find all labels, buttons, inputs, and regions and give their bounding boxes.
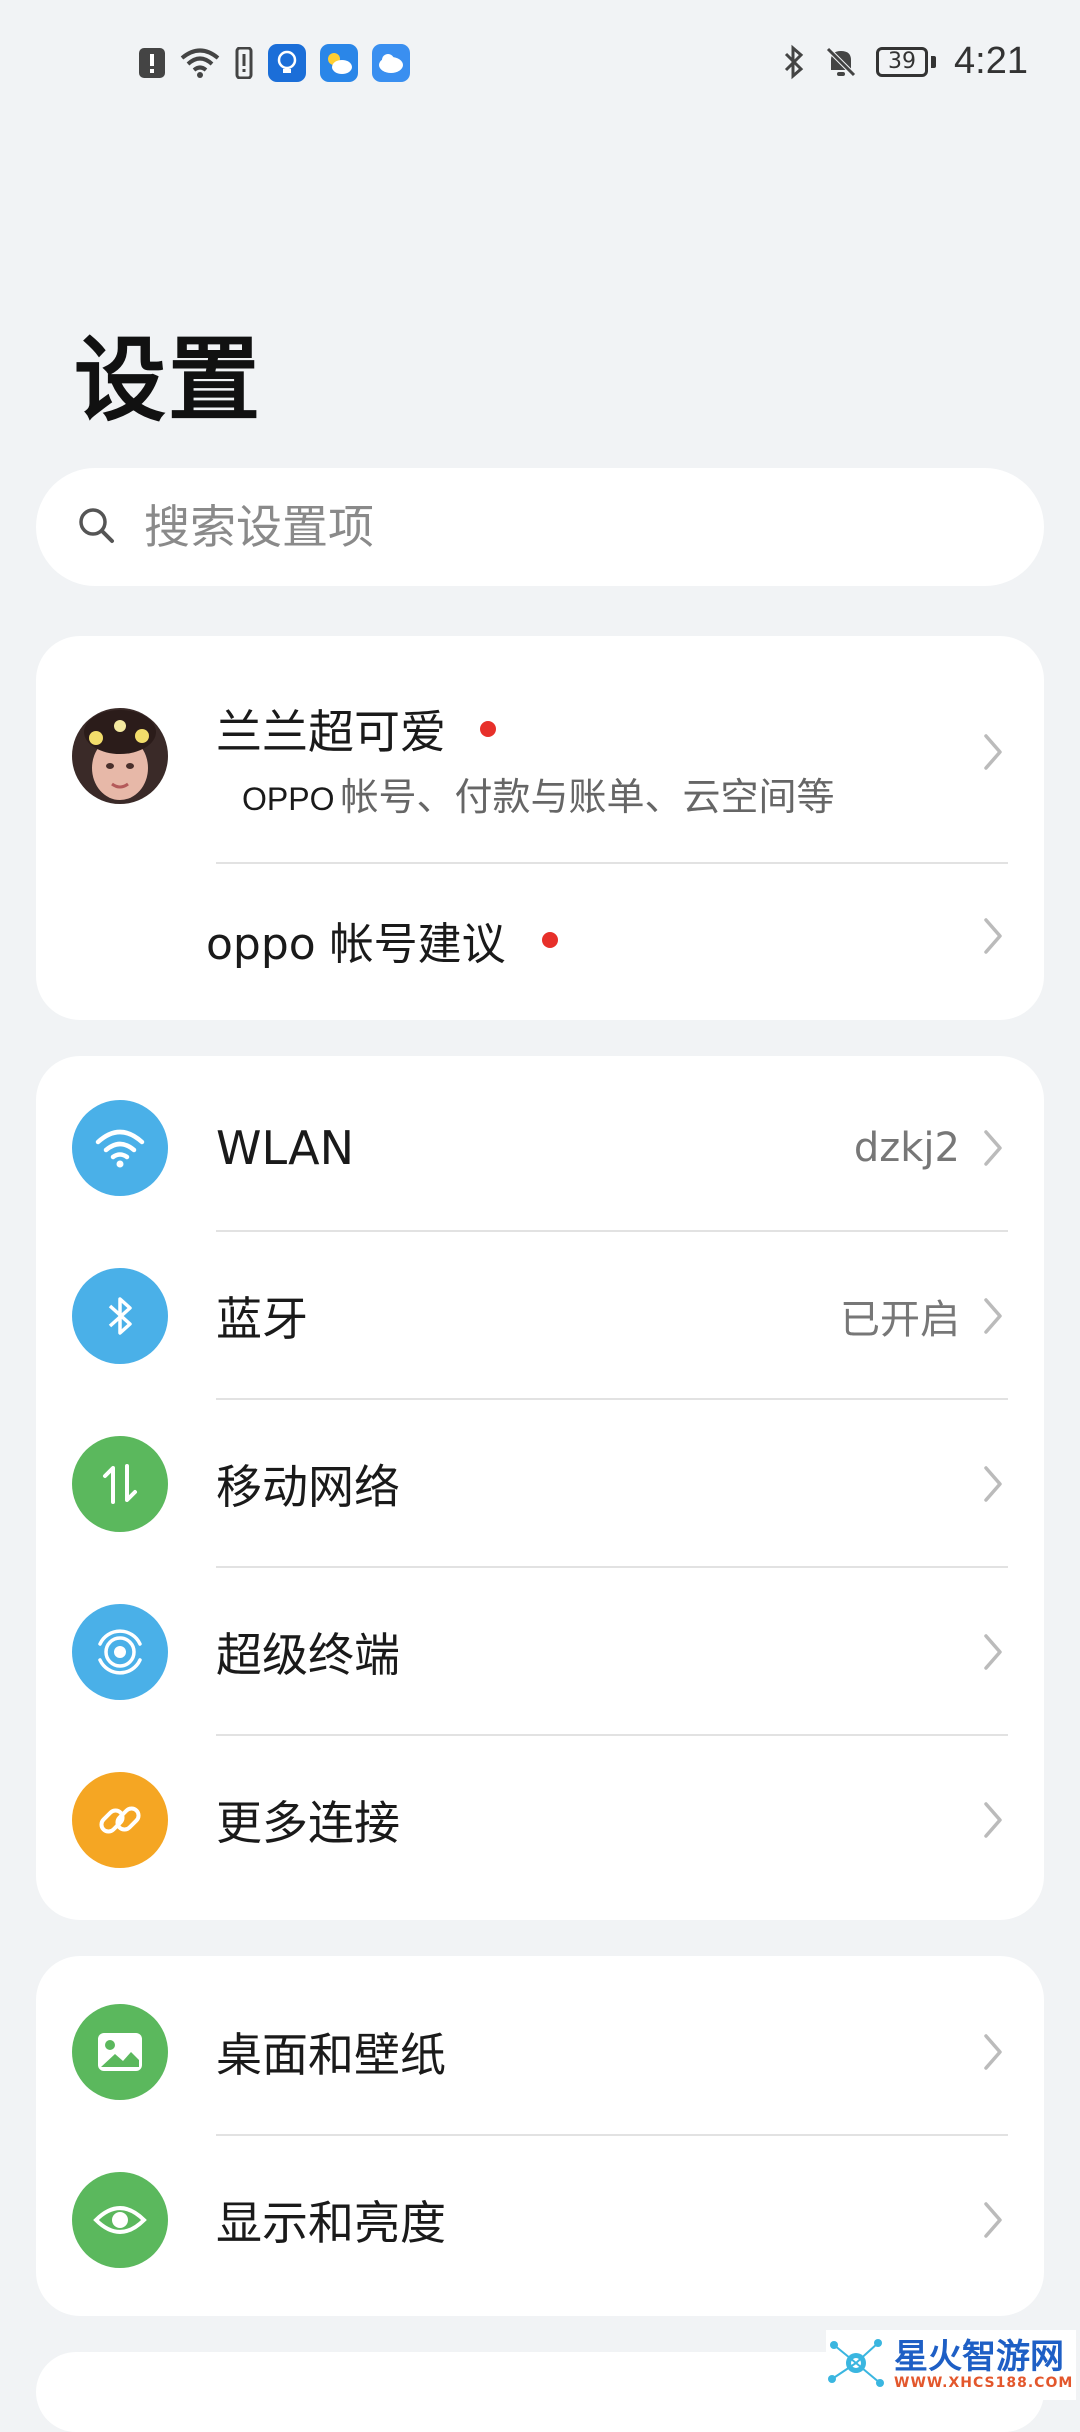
- display-card: 桌面和壁纸 显示和亮度: [36, 1956, 1044, 2316]
- wifi-icon: [180, 47, 220, 79]
- chevron-right-icon: [982, 1800, 1004, 1844]
- account-suggestion-label: oppo 帐号建议: [206, 919, 506, 970]
- sim-alert-icon: [234, 47, 254, 79]
- notification-dot: [541, 932, 558, 948]
- wifi-icon: [72, 1100, 168, 1196]
- battery-icon: 39: [876, 46, 937, 77]
- chevron-right-icon: [982, 2200, 1004, 2244]
- settings-row-label: 超级终端: [216, 1628, 400, 1682]
- bluetooth-icon: [72, 1268, 168, 1364]
- settings-row-wlan[interactable]: WLAN dzkj2: [36, 1064, 1044, 1232]
- settings-row-value: 已开启: [840, 1297, 960, 1343]
- watermark-title: 星火智游网: [894, 2337, 1064, 2377]
- link-icon: [72, 1772, 168, 1868]
- status-left-icons: [138, 44, 410, 82]
- account-name: 兰兰超可爱: [216, 705, 446, 759]
- watermark-logo-icon: [826, 2333, 886, 2397]
- settings-row-mobile-network[interactable]: 移动网络: [36, 1400, 1044, 1568]
- bluetooth-icon: [782, 44, 806, 80]
- account-row[interactable]: 兰兰超可爱 OPPO 帐号、付款与账单、云空间等: [36, 636, 1044, 862]
- chevron-right-icon: [982, 1464, 1004, 1508]
- settings-row-label: 蓝牙: [216, 1292, 308, 1346]
- status-right-icons: 39 4:21: [782, 40, 1028, 83]
- search-input[interactable]: [142, 499, 946, 555]
- clock: 4:21: [954, 40, 1028, 82]
- battery-level: 39: [876, 46, 929, 77]
- chevron-right-icon: [982, 1296, 1004, 1340]
- settings-row-super-device[interactable]: 超级终端: [36, 1568, 1044, 1736]
- wallpaper-icon: [72, 2004, 168, 2100]
- settings-row-wallpaper[interactable]: 桌面和壁纸: [36, 1968, 1044, 2136]
- settings-row-value: dzkj2: [853, 1125, 960, 1171]
- chevron-right-icon: [982, 2032, 1004, 2076]
- chevron-right-icon: [982, 1632, 1004, 1676]
- settings-row-more-connections[interactable]: 更多连接: [36, 1736, 1044, 1904]
- settings-row-label: 桌面和壁纸: [216, 2028, 446, 2082]
- settings-row-bluetooth[interactable]: 蓝牙 已开启: [36, 1232, 1044, 1400]
- mute-bell-icon: [824, 45, 858, 79]
- mobile-data-icon: [72, 1436, 168, 1532]
- page-title: 设置: [74, 327, 263, 434]
- eye-icon: [72, 2172, 168, 2268]
- search-bar[interactable]: [36, 468, 1044, 586]
- alert-icon: [138, 47, 166, 79]
- chevron-right-icon: [982, 1128, 1004, 1172]
- super-device-icon: [72, 1604, 168, 1700]
- notification-dot: [480, 721, 496, 737]
- weather-app-icon: [320, 44, 358, 82]
- avatar[interactable]: [72, 708, 168, 804]
- settings-row-display-brightness[interactable]: 显示和亮度: [36, 2136, 1044, 2304]
- watermark: 星火智游网 WWW.XHCS188.COM: [826, 2330, 1076, 2400]
- connectivity-card: WLAN dzkj2 蓝牙 已开启 移动网络 超级终端 更多连接: [36, 1056, 1044, 1920]
- settings-row-label: 显示和亮度: [216, 2196, 446, 2250]
- cloud-app-icon: [372, 44, 410, 82]
- settings-row-label: 更多连接: [216, 1796, 400, 1850]
- account-subtitle: 帐号、付款与账单、云空间等: [340, 775, 835, 819]
- account-suggestion-row[interactable]: oppo 帐号建议: [36, 864, 1044, 1014]
- account-card: 兰兰超可爱 OPPO 帐号、付款与账单、云空间等 oppo 帐号建议: [36, 636, 1044, 1020]
- settings-row-label: WLAN: [216, 1121, 355, 1175]
- tips-app-icon: [268, 44, 306, 82]
- chevron-right-icon: [982, 916, 1004, 960]
- settings-row-label: 移动网络: [216, 1460, 400, 1514]
- account-brand: OPPO: [242, 781, 335, 817]
- chevron-right-icon: [982, 732, 1004, 776]
- status-bar: 39 4:21: [0, 0, 1080, 130]
- search-icon: [76, 505, 116, 549]
- watermark-url: WWW.XHCS188.COM: [894, 2375, 1074, 2391]
